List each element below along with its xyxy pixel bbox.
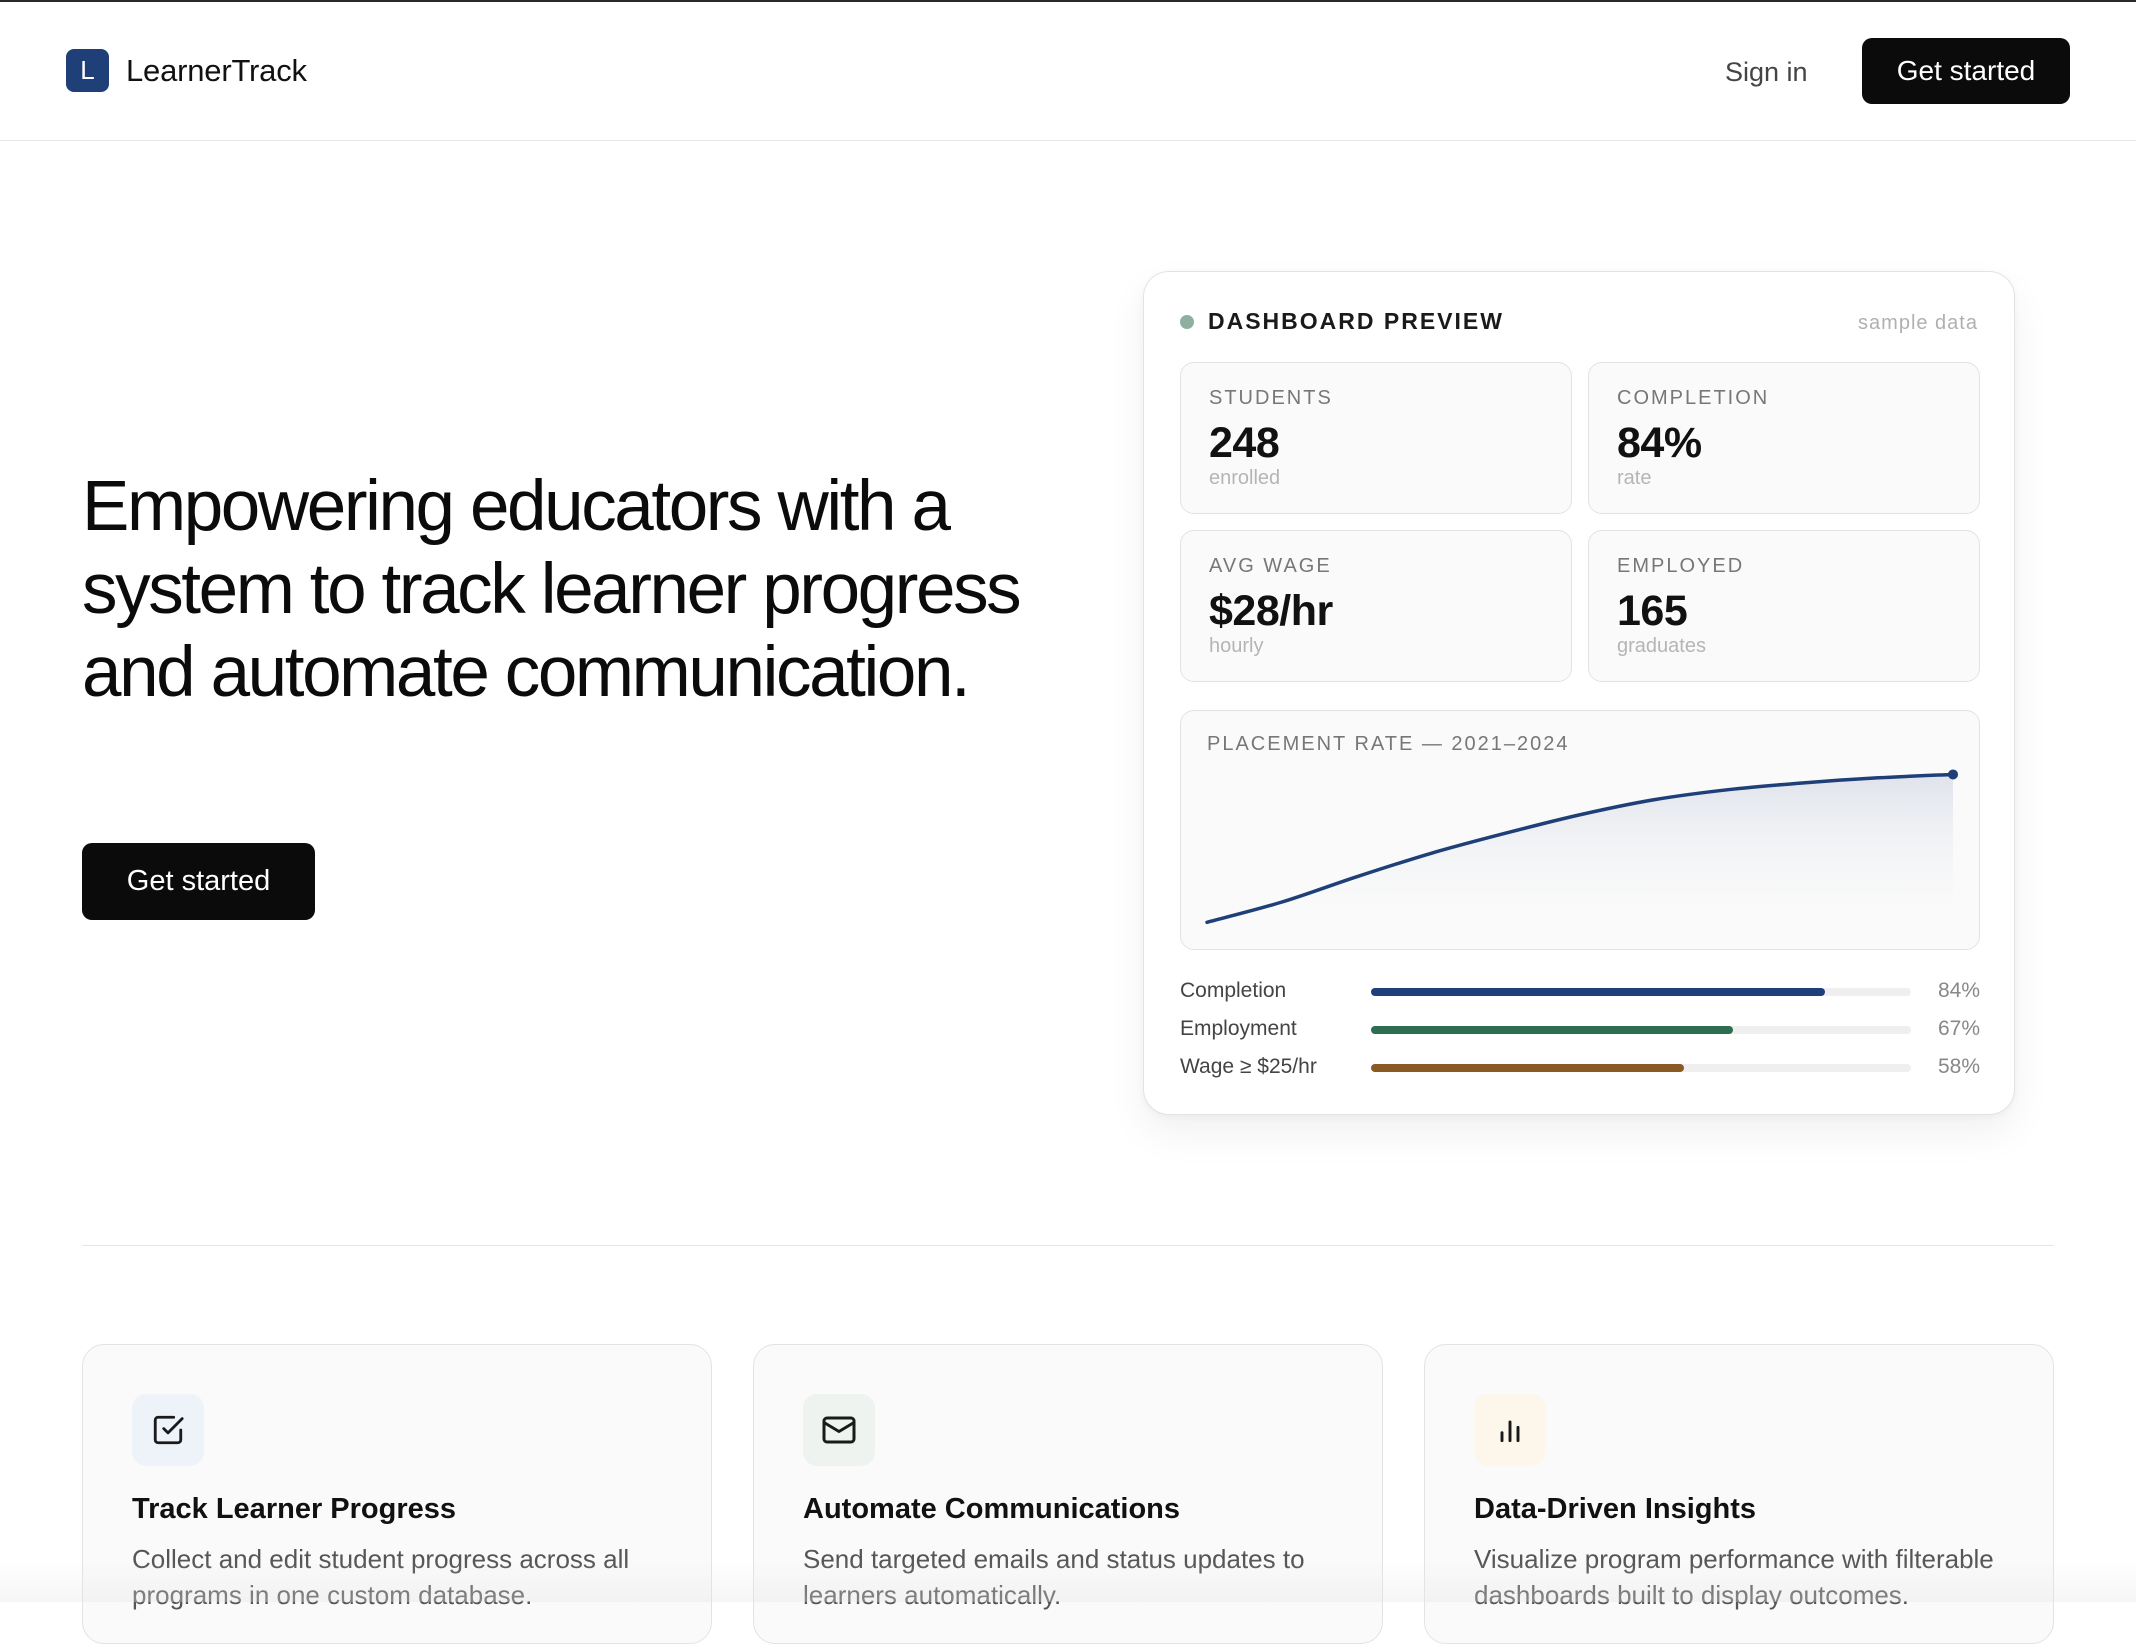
feature-title: Track Learner Progress	[132, 1493, 457, 1525]
feature-title: Automate Communications	[803, 1493, 1181, 1525]
site-header: L LearnerTrack Sign in Get started	[0, 2, 2136, 141]
bar-row-wage: Wage ≥ $25/hr 58%	[1180, 1053, 1980, 1091]
stat-sublabel: graduates	[1617, 635, 1706, 657]
feature-description: Collect and edit student progress across…	[132, 1544, 630, 1610]
bar-row-employment: Employment 67%	[1180, 1015, 1980, 1053]
hero-title: Empowering educators with a system to tr…	[82, 467, 1022, 712]
feature-icon-box	[803, 1394, 875, 1466]
stat-label: AVG WAGE	[1209, 555, 1332, 577]
sample-data-badge: sample data	[1858, 312, 1978, 334]
feature-card-insights: Data-Driven Insights Visualize program p…	[1424, 1344, 2054, 1644]
hero-get-started-button[interactable]: Get started	[82, 843, 315, 920]
stat-label: COMPLETION	[1617, 387, 1770, 409]
feature-description: Visualize program performance with filte…	[1474, 1544, 1994, 1610]
bar-track	[1371, 988, 1911, 996]
placement-rate-chart: PLACEMENT RATE — 2021–2024	[1180, 710, 1980, 950]
bar-fill	[1371, 1064, 1685, 1072]
bar-chart-icon	[1500, 1420, 1520, 1443]
dashboard-title: DASHBOARD PREVIEW	[1208, 308, 1504, 334]
stat-sublabel: rate	[1617, 467, 1652, 489]
bar-track	[1371, 1026, 1911, 1034]
status-dot-icon	[1180, 315, 1194, 329]
bar-label: Wage ≥ $25/hr	[1180, 1055, 1317, 1078]
stat-value: 165	[1617, 587, 1688, 635]
stat-value: 248	[1209, 419, 1280, 467]
mail-icon	[822, 1416, 856, 1444]
brand[interactable]: L LearnerTrack	[66, 49, 307, 92]
bar-track	[1371, 1064, 1911, 1072]
checkbox-icon	[153, 1415, 184, 1445]
stat-sublabel: hourly	[1209, 635, 1264, 657]
feature-card-automate-comms: Automate Communications Send targeted em…	[753, 1344, 1383, 1644]
stat-label: EMPLOYED	[1617, 555, 1745, 577]
stat-label: STUDENTS	[1209, 387, 1333, 409]
chart-end-point	[1948, 769, 1958, 780]
section-divider	[82, 1245, 2054, 1246]
chart-area	[1207, 774, 1953, 943]
sign-in-link[interactable]: Sign in	[1725, 52, 1808, 92]
bar-percent: 84%	[1937, 979, 1980, 1002]
chart-title: PLACEMENT RATE — 2021–2024	[1207, 733, 1570, 755]
bar-percent: 67%	[1937, 1017, 1980, 1040]
bar-percent: 58%	[1937, 1055, 1980, 1078]
brand-name: LearnerTrack	[126, 52, 307, 88]
metric-bars: Completion 84% Employment 67% Wage ≥ $25…	[1180, 977, 1980, 1091]
bar-fill	[1371, 988, 1825, 996]
stat-card-students: STUDENTS 248 enrolled	[1180, 362, 1572, 514]
feature-card-track-progress: Track Learner Progress Collect and edit …	[82, 1344, 712, 1644]
feature-description: Send targeted emails and status updates …	[803, 1544, 1305, 1610]
stat-sublabel: enrolled	[1209, 467, 1281, 489]
feature-icon-box	[132, 1394, 204, 1466]
feature-icon-box	[1474, 1394, 1546, 1466]
brand-logo-icon: L	[66, 49, 109, 92]
stat-value: $28/hr	[1209, 587, 1333, 635]
header-get-started-button[interactable]: Get started	[1862, 38, 2070, 104]
bar-fill	[1371, 1026, 1733, 1034]
dashboard-preview-card: DASHBOARD PREVIEW sample data STUDENTS 2…	[1143, 271, 2015, 1115]
stat-value: 84%	[1617, 419, 1702, 467]
stat-card-avg-wage: AVG WAGE $28/hr hourly	[1180, 530, 1572, 682]
bar-label: Completion	[1180, 979, 1287, 1002]
bar-row-completion: Completion 84%	[1180, 977, 1980, 1015]
bar-label: Employment	[1180, 1017, 1297, 1040]
stat-card-employed: EMPLOYED 165 graduates	[1588, 530, 1980, 682]
feature-title: Data-Driven Insights	[1474, 1493, 1756, 1525]
stat-card-completion: COMPLETION 84% rate	[1588, 362, 1980, 514]
